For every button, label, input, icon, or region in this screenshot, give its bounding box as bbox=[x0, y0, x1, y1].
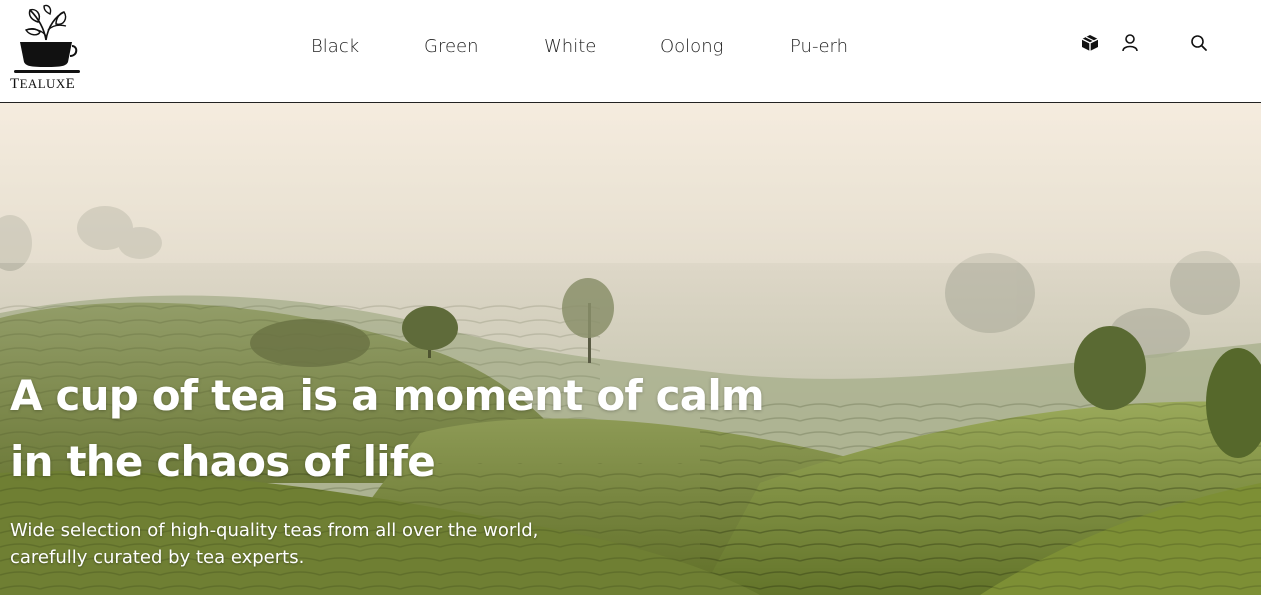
hero-subtitle-line1: Wide selection of high-quality teas from… bbox=[10, 520, 539, 541]
hero-subtitle: Wide selection of high-quality teas from… bbox=[10, 517, 630, 571]
nav-item-white[interactable]: White bbox=[544, 36, 596, 57]
search-icon[interactable] bbox=[1189, 33, 1209, 53]
hero-headline: A cup of tea is a moment of calm in the … bbox=[10, 363, 910, 495]
nav-item-black[interactable]: Black bbox=[311, 36, 359, 57]
hero-headline-line2: in the chaos of life bbox=[10, 437, 436, 486]
hero-banner: A cup of tea is a moment of calm in the … bbox=[0, 103, 1261, 595]
brand-wordmark: TEALUXE bbox=[10, 76, 86, 93]
hero-subtitle-line2: carefully curated by tea experts. bbox=[10, 547, 305, 568]
site-header: TEALUXE Black Green White Oolong Pu-erh bbox=[0, 0, 1261, 103]
brand-middle: EALUX bbox=[19, 76, 66, 91]
tea-cup-with-leaves-icon bbox=[14, 4, 80, 73]
user-icon[interactable] bbox=[1120, 33, 1140, 53]
nav-item-oolong[interactable]: Oolong bbox=[660, 36, 723, 57]
brand-initial: T bbox=[10, 76, 20, 92]
nav-item-green[interactable]: Green bbox=[424, 36, 479, 57]
box-icon[interactable] bbox=[1080, 33, 1100, 53]
hero-headline-line1: A cup of tea is a moment of calm bbox=[10, 371, 765, 420]
brand-final: E bbox=[65, 76, 76, 92]
nav-item-pu-erh[interactable]: Pu-erh bbox=[790, 36, 848, 57]
